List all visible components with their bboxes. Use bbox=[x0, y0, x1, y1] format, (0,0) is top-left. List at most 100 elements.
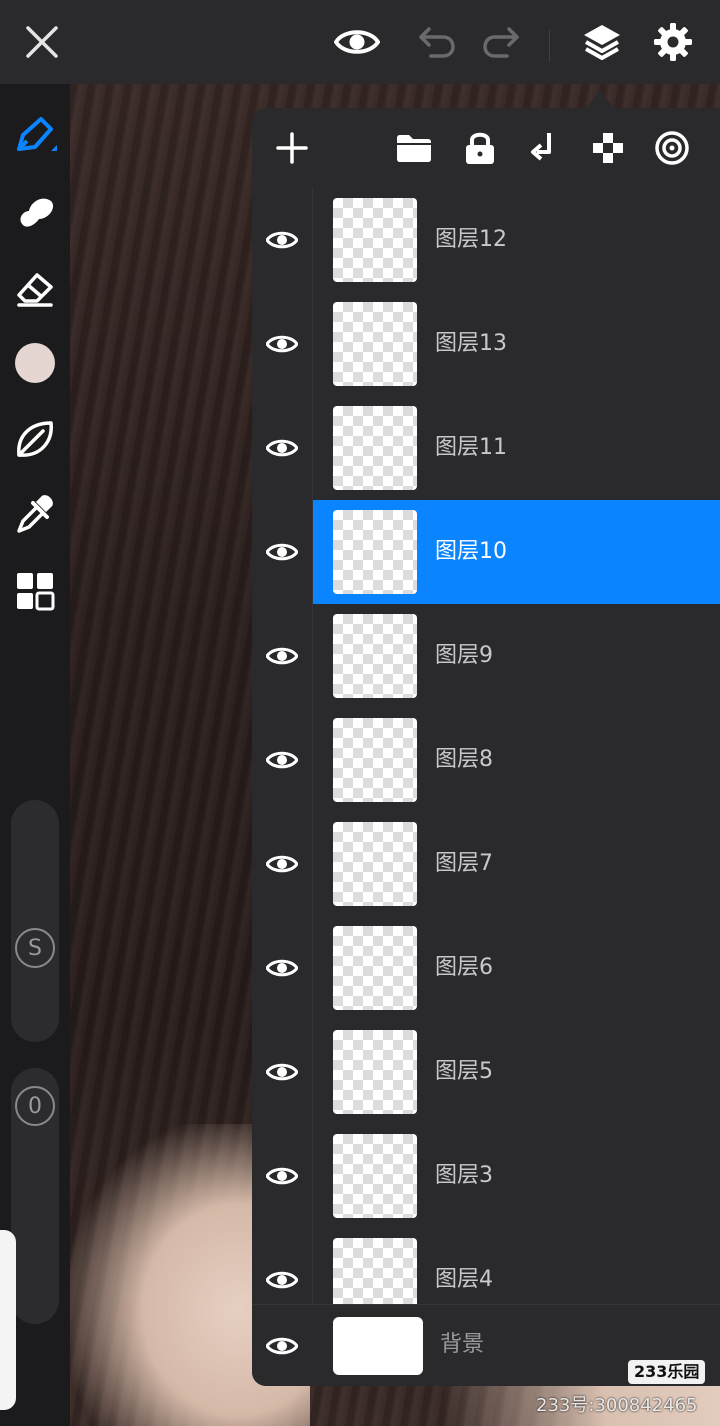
layer-body[interactable]: 图层3 bbox=[313, 1124, 720, 1228]
brush-size-knob[interactable]: S bbox=[15, 928, 55, 968]
layer-body[interactable]: 图层5 bbox=[313, 1020, 720, 1124]
layer-body[interactable]: 图层13 bbox=[313, 292, 720, 396]
redo-button[interactable] bbox=[473, 14, 529, 70]
layer-row[interactable]: 图层3 bbox=[252, 1124, 720, 1229]
layer-name: 图层3 bbox=[435, 1163, 493, 1188]
watermark-logo: 233乐园 bbox=[628, 1360, 706, 1384]
layer-visibility-toggle[interactable] bbox=[252, 812, 313, 916]
layer-name: 图层11 bbox=[435, 435, 507, 460]
layer-name: 图层12 bbox=[435, 227, 507, 252]
folder-icon bbox=[397, 135, 431, 162]
lock-icon bbox=[466, 132, 494, 164]
layer-row[interactable]: 图层12 bbox=[252, 188, 720, 293]
undo-button[interactable] bbox=[409, 14, 465, 70]
eye-icon bbox=[266, 647, 298, 665]
layer-body[interactable]: 图层6 bbox=[313, 916, 720, 1020]
eye-icon bbox=[266, 543, 298, 561]
layer-visibility-toggle[interactable] bbox=[252, 708, 313, 812]
layer-name: 图层5 bbox=[435, 1059, 493, 1084]
layer-thumbnail[interactable] bbox=[333, 822, 417, 906]
pen-icon bbox=[17, 117, 57, 151]
alpha-lock-button[interactable] bbox=[582, 122, 634, 174]
layer-body[interactable]: 图层10 bbox=[313, 500, 720, 604]
color-button[interactable] bbox=[6, 334, 64, 392]
layer-effects-button[interactable] bbox=[646, 122, 698, 174]
layer-name: 图层9 bbox=[435, 643, 493, 668]
layer-body[interactable]: 图层7 bbox=[313, 812, 720, 916]
lock-layer-button[interactable] bbox=[454, 122, 506, 174]
panel-caret bbox=[586, 90, 614, 108]
smudge-tool[interactable] bbox=[6, 182, 64, 240]
layer-body[interactable]: 图层12 bbox=[313, 188, 720, 292]
layers-icon bbox=[584, 25, 620, 60]
layer-visibility-toggle[interactable] bbox=[252, 188, 313, 292]
add-layer-button[interactable] bbox=[266, 122, 318, 174]
eye-icon bbox=[266, 855, 298, 873]
watermark-id: 233号:300842465 bbox=[536, 1395, 698, 1416]
layer-body[interactable]: 图层11 bbox=[313, 396, 720, 500]
layer-visibility-toggle[interactable] bbox=[252, 604, 313, 708]
layer-visibility-toggle[interactable] bbox=[252, 1020, 313, 1124]
layer-thumbnail[interactable] bbox=[333, 302, 417, 386]
layers-panel-toolbar bbox=[252, 108, 720, 189]
eye-icon bbox=[266, 1271, 298, 1289]
close-icon bbox=[26, 26, 58, 58]
layer-body[interactable]: 图层9 bbox=[313, 604, 720, 708]
layer-visibility-toggle[interactable] bbox=[252, 292, 313, 396]
eye-icon bbox=[266, 231, 298, 249]
layer-row[interactable]: 图层6 bbox=[252, 916, 720, 1021]
layer-name: 图层10 bbox=[435, 539, 507, 564]
layer-row[interactable]: 图层13 bbox=[252, 292, 720, 397]
layer-thumbnail[interactable] bbox=[333, 1134, 417, 1218]
layer-thumbnail[interactable] bbox=[333, 406, 417, 490]
layer-thumbnail[interactable] bbox=[333, 510, 417, 594]
layer-visibility-toggle[interactable] bbox=[252, 916, 313, 1020]
layer-name: 背景 bbox=[440, 1332, 485, 1357]
layer-row[interactable]: 图层7 bbox=[252, 812, 720, 917]
eraser-tool[interactable] bbox=[6, 260, 64, 318]
layer-visibility-toggle[interactable] bbox=[252, 1124, 313, 1228]
layer-name: 图层4 bbox=[435, 1267, 493, 1292]
eye-icon bbox=[266, 335, 298, 353]
layer-row[interactable]: 图层5 bbox=[252, 1020, 720, 1125]
layer-row[interactable]: 图层9 bbox=[252, 604, 720, 709]
gear-icon bbox=[654, 23, 692, 61]
layer-row[interactable]: 图层10 bbox=[252, 500, 720, 605]
preview-button[interactable] bbox=[329, 14, 385, 70]
toolbar-divider bbox=[549, 30, 550, 62]
layers-panel: 图层12 图层13 图层11 图层10 图层9 图层8 图层7 图层6 图层5 图层3 图层4 背景 bbox=[252, 108, 720, 1386]
layer-visibility-toggle[interactable] bbox=[252, 1305, 312, 1386]
layer-thumbnail[interactable] bbox=[333, 198, 417, 282]
more-tools[interactable] bbox=[6, 562, 64, 620]
eyedropper-tool[interactable] bbox=[6, 486, 64, 544]
brush-opacity-knob[interactable]: 0 bbox=[15, 1086, 55, 1126]
merge-down-button[interactable] bbox=[518, 122, 570, 174]
layer-name: 图层13 bbox=[435, 331, 507, 356]
shape-tool[interactable] bbox=[6, 410, 64, 468]
layer-row[interactable]: 图层11 bbox=[252, 396, 720, 501]
layer-name: 图层6 bbox=[435, 955, 493, 980]
layers-button[interactable] bbox=[574, 14, 630, 70]
side-panel-handle[interactable] bbox=[0, 1230, 16, 1410]
layer-name: 图层7 bbox=[435, 851, 493, 876]
brush-tool[interactable] bbox=[6, 106, 64, 164]
close-button[interactable] bbox=[14, 14, 70, 70]
layer-visibility-toggle[interactable] bbox=[252, 500, 313, 604]
layer-name: 图层8 bbox=[435, 747, 493, 772]
brush-size-slider[interactable]: S bbox=[11, 800, 59, 1042]
layer-visibility-toggle[interactable] bbox=[252, 396, 313, 500]
layer-thumbnail[interactable] bbox=[333, 926, 417, 1010]
layer-row[interactable]: 图层8 bbox=[252, 708, 720, 813]
eye-icon bbox=[334, 30, 380, 54]
layer-body[interactable]: 图层8 bbox=[313, 708, 720, 812]
layer-thumbnail[interactable] bbox=[333, 614, 417, 698]
background-color-thumbnail[interactable] bbox=[333, 1317, 423, 1375]
layer-thumbnail[interactable] bbox=[333, 1030, 417, 1114]
plus-icon bbox=[276, 132, 308, 164]
group-layer-button[interactable] bbox=[388, 122, 440, 174]
app-root: S 0 图层12 图层13 图层11 图层10 图层9 图层8 图层7 图层6 … bbox=[0, 0, 720, 1426]
settings-button[interactable] bbox=[645, 14, 701, 70]
eraser-icon bbox=[17, 273, 53, 307]
layer-thumbnail[interactable] bbox=[333, 718, 417, 802]
brush-opacity-slider[interactable]: 0 bbox=[11, 1068, 59, 1324]
